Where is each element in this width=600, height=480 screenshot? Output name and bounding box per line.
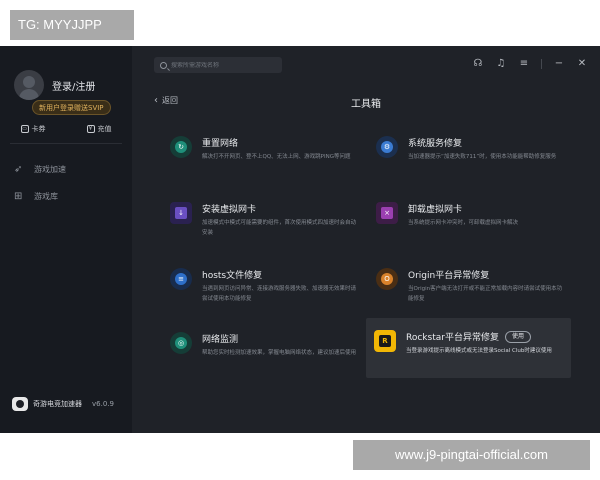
- app-version: v6.0.9: [92, 400, 114, 408]
- tool-desc: 当遇到网页访问异常、连接游戏服务器失败、加速器无效果时请尝试使用本功能修复: [202, 286, 357, 302]
- uninstall-nic-icon: ×: [376, 202, 398, 224]
- sidebar-item-game-library[interactable]: ⊞ 游戏库: [14, 191, 58, 202]
- menu-icon[interactable]: ≡: [518, 58, 530, 70]
- tool-desc: 当加速器提示“加速失败711”时，使用本功能能帮助修复服务: [408, 154, 557, 160]
- tool-name: 重置网络: [202, 139, 239, 149]
- tool-name: Origin平台异常修复: [408, 271, 490, 281]
- tool-desc: 当系统提示网卡冲突时，可卸载虚拟网卡解决: [408, 220, 519, 226]
- system-service-icon: ⚙: [376, 136, 398, 158]
- avatar[interactable]: [14, 70, 44, 100]
- tool-desc: 当Origin客户端无法打开或不能正常加载内容时请尝试使用本功能修复: [408, 286, 563, 302]
- tool-origin-repair[interactable]: O Origin平台异常修复 当Origin客户端无法打开或不能正常加载内容时请…: [368, 256, 573, 316]
- origin-icon: O: [376, 268, 398, 290]
- gamepad-icon: ⊞: [14, 190, 23, 202]
- install-nic-icon: ↓: [170, 202, 192, 224]
- rockstar-icon: R: [374, 330, 396, 352]
- sidebar-item-label: 游戏加速: [34, 165, 66, 174]
- card-icon: ▭: [20, 125, 29, 133]
- tool-install-virtual-nic[interactable]: ↓ 安装虚拟网卡 加速模式中模式可能需要的组件，首次使用模式四加速时会自动安装: [162, 190, 367, 250]
- vip-promo-badge[interactable]: 新用户登录赠送SVIP: [32, 100, 111, 115]
- tool-name: 网络监测: [202, 335, 239, 345]
- screenshot-canvas: TG: MYYJJPP 登录/注册 新用户登录赠送SVIP ▭ 卡券 ¥ 充值 …: [0, 0, 600, 480]
- bell-icon[interactable]: ♫: [495, 58, 507, 70]
- tool-name: Rockstar平台异常修复 使用: [406, 330, 531, 343]
- sidebar: 登录/注册 新用户登录赠送SVIP ▭ 卡券 ¥ 充值 ➶ 游戏加速 ⊞ 游戏库: [0, 46, 132, 433]
- tool-name: 安装虚拟网卡: [202, 205, 257, 215]
- sidebar-item-label: 游戏库: [34, 192, 58, 201]
- tool-name-text: Rockstar平台异常修复: [406, 333, 499, 343]
- tool-uninstall-virtual-nic[interactable]: × 卸载虚拟网卡 当系统提示网卡冲突时，可卸载虚拟网卡解决: [368, 190, 573, 250]
- recharge-label: 充值: [97, 125, 112, 133]
- tool-name: hosts文件修复: [202, 271, 263, 281]
- use-button[interactable]: 使用: [504, 330, 531, 343]
- tool-name: 系统服务修复: [408, 139, 463, 149]
- page-title: 工具箱: [351, 99, 381, 110]
- close-icon[interactable]: ✕: [576, 58, 588, 70]
- minimize-icon[interactable]: −: [553, 58, 565, 70]
- headset-icon[interactable]: ☊: [472, 58, 484, 70]
- window-controls: ☊ ♫ ≡ − ✕: [472, 58, 588, 70]
- app-window: 登录/注册 新用户登录赠送SVIP ▭ 卡券 ¥ 充值 ➶ 游戏加速 ⊞ 游戏库: [0, 46, 600, 433]
- tool-desc: 帮助您实时检测加速效果，掌握电脑网络状态，建议加速后使用: [202, 350, 357, 356]
- tool-name: 卸载虚拟网卡: [408, 205, 463, 215]
- account-actions: ▭ 卡券 ¥ 充值: [0, 120, 132, 138]
- main-panel: ☊ ♫ ≡ − ✕ ‹ 返回 工具箱 ↻ 重置网络 解决打不开网页、登不上QQ、…: [132, 46, 600, 433]
- tool-network-monitor[interactable]: ◎ 网络监测 帮助您实时检测加速效果，掌握电脑网络状态，建议加速后使用: [162, 320, 367, 380]
- search-box[interactable]: [154, 57, 282, 73]
- search-input[interactable]: [171, 61, 271, 69]
- search-icon: [160, 61, 167, 69]
- tool-rockstar-repair[interactable]: R Rockstar平台异常修复 使用 当登录游戏提示离线模式或无法登录Soci…: [366, 318, 571, 378]
- watermark-bottom: www.j9-pingtai-official.com: [353, 440, 590, 470]
- watermark-top: TG: MYYJJPP: [10, 10, 134, 40]
- sidebar-divider: [10, 143, 122, 144]
- tool-reset-network[interactable]: ↻ 重置网络 解决打不开网页、登不上QQ、无法上网、游戏跳PING等问题: [162, 124, 367, 184]
- tool-hosts-repair[interactable]: ≡ hosts文件修复 当遇到网页访问异常、连接游戏服务器失败、加速器无效果时请…: [162, 256, 367, 316]
- tool-system-service-repair[interactable]: ⚙ 系统服务修复 当加速器提示“加速失败711”时，使用本功能能帮助修复服务: [368, 124, 573, 184]
- brand-name: 奇游电竞加速器: [33, 400, 82, 408]
- recharge-button[interactable]: ¥ 充值: [86, 124, 112, 134]
- reset-network-icon: ↻: [170, 136, 192, 158]
- tool-desc: 解决打不开网页、登不上QQ、无法上网、游戏跳PING等问题: [202, 154, 351, 160]
- coupon-button[interactable]: ▭ 卡券: [20, 124, 46, 134]
- hosts-icon: ≡: [170, 268, 192, 290]
- brand: 奇游电竞加速器 v6.0.9: [12, 397, 114, 411]
- brand-logo-icon: [12, 397, 28, 411]
- login-register-link[interactable]: 登录/注册: [52, 78, 95, 93]
- sidebar-item-game-boost[interactable]: ➶ 游戏加速: [14, 164, 66, 175]
- controls-divider: [541, 59, 542, 69]
- coupon-label: 卡券: [31, 125, 46, 133]
- tool-desc: 当登录游戏提示离线模式或无法登录Social Club时建议使用: [406, 348, 552, 354]
- tool-desc: 加速模式中模式可能需要的组件，首次使用模式四加速时会自动安装: [202, 220, 357, 236]
- network-monitor-icon: ◎: [170, 332, 192, 354]
- recharge-icon: ¥: [86, 125, 95, 133]
- rocket-icon: ➶: [14, 163, 23, 175]
